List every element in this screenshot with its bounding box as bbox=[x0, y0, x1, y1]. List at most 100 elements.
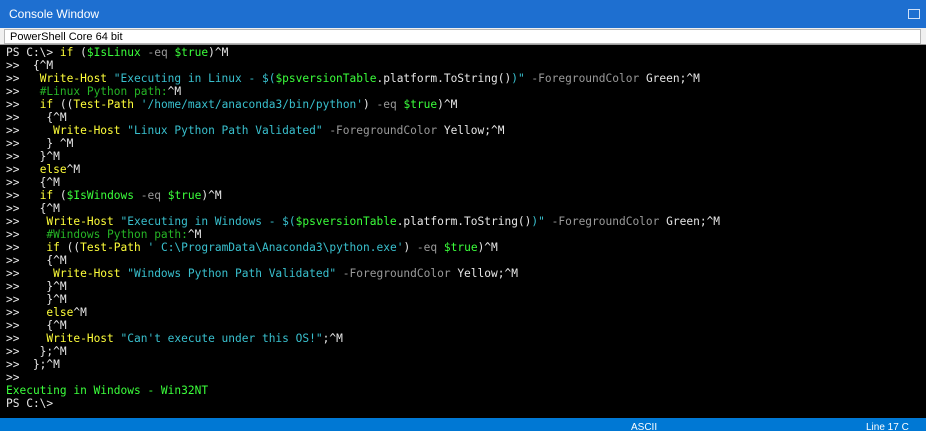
status-encoding: ASCII bbox=[631, 422, 658, 431]
console-line: >> #Linux Python path:^M bbox=[6, 85, 926, 98]
console-token: >> bbox=[6, 228, 47, 241]
console-token: "Executing in Linux - $( bbox=[113, 72, 276, 85]
console-line: >> } ^M bbox=[6, 137, 926, 150]
console-line: PS C:\> bbox=[6, 397, 926, 410]
console-token: >> }^M bbox=[6, 293, 67, 306]
console-line: >> else^M bbox=[6, 306, 926, 319]
console-token: #Windows Python path: bbox=[46, 228, 188, 241]
console-token: )^M bbox=[477, 241, 498, 254]
console-token: )" bbox=[511, 72, 525, 85]
console-token: Write-Host bbox=[53, 267, 128, 280]
window-restore-icon[interactable] bbox=[908, 9, 920, 19]
console-token: .platform.ToString() bbox=[396, 215, 532, 228]
console-token: $true bbox=[403, 98, 438, 111]
console-token: if bbox=[39, 98, 60, 111]
console-token: (( bbox=[59, 98, 74, 111]
console-line: >> {^M bbox=[6, 319, 926, 332]
console-token: $true bbox=[167, 189, 202, 202]
console-token: >> bbox=[6, 215, 47, 228]
console-token: -eq bbox=[416, 241, 444, 254]
console-token: ;^M bbox=[699, 215, 721, 228]
console-token: >> } ^M bbox=[6, 137, 74, 150]
console-token: >> {^M bbox=[6, 202, 60, 215]
console-line: >> {^M bbox=[6, 254, 926, 267]
console-line: >> {^M bbox=[6, 59, 926, 72]
console-line: >> {^M bbox=[6, 176, 926, 189]
console-token: >> bbox=[6, 267, 54, 280]
console-token: >> bbox=[6, 306, 47, 319]
console-token: Green bbox=[666, 215, 700, 228]
console-line: >> };^M bbox=[6, 358, 926, 371]
console-token: Green bbox=[645, 72, 680, 85]
console-token: else bbox=[39, 163, 67, 176]
console-token: >> }^M bbox=[6, 150, 60, 163]
console-line: >> {^M bbox=[6, 111, 926, 124]
console-token: ' C:\ProgramData\Anaconda3\python.exe' bbox=[147, 241, 404, 254]
console-token: $IsLinux bbox=[86, 46, 141, 59]
console-line: >> if ($IsWindows -eq $true)^M bbox=[6, 189, 926, 202]
console-token: ^M bbox=[66, 163, 81, 176]
console-token: )^M bbox=[201, 189, 222, 202]
console-token: -ForegroundColor bbox=[322, 124, 444, 137]
console-token: Test-Path bbox=[80, 241, 148, 254]
console-line: >> if ((Test-Path '/home/maxt/anaconda3/… bbox=[6, 98, 926, 111]
console-token: "Linux Python Path Validated" bbox=[127, 124, 323, 137]
console-output[interactable]: PS C:\> if ($IsLinux -eq $true)^M >> {^M >… bbox=[0, 46, 926, 418]
console-line: Executing in Windows - Win32NT bbox=[6, 384, 926, 397]
console-token: Test-Path bbox=[73, 98, 141, 111]
console-line: >> Write-Host "Windows Python Path Valid… bbox=[6, 267, 926, 280]
console-token: ;^M bbox=[679, 72, 700, 85]
console-token: Write-Host bbox=[46, 332, 121, 345]
console-token: >> bbox=[6, 371, 20, 384]
console-token: >> {^M bbox=[6, 254, 67, 267]
tab-label: PowerShell Core 64 bit bbox=[10, 31, 123, 43]
console-token: $psversionTable bbox=[275, 72, 377, 85]
console-token: >> bbox=[6, 163, 40, 176]
console-line: >> else^M bbox=[6, 163, 926, 176]
console-token: Write-Host bbox=[39, 72, 114, 85]
console-line: PS C:\> if ($IsLinux -eq $true)^M bbox=[6, 46, 926, 59]
console-line: >> bbox=[6, 371, 926, 384]
console-token: #Linux Python path: bbox=[39, 85, 168, 98]
console-token: -eq bbox=[134, 189, 168, 202]
console-token: >> {^M bbox=[6, 176, 60, 189]
console-token: >> bbox=[6, 72, 40, 85]
console-token: )^M bbox=[437, 98, 458, 111]
console-token: -eq bbox=[140, 46, 175, 59]
console-token: ( bbox=[59, 189, 67, 202]
console-token: >> {^M bbox=[6, 111, 67, 124]
console-token: ;^M bbox=[484, 124, 505, 137]
console-token: '/home/maxt/anaconda3/bin/python' bbox=[140, 98, 364, 111]
console-token: $psversionTable bbox=[295, 215, 397, 228]
console-token: -ForegroundColor bbox=[524, 72, 646, 85]
console-token: if bbox=[46, 241, 67, 254]
console-token: ( bbox=[80, 46, 87, 59]
console-token: Write-Host bbox=[53, 124, 128, 137]
console-token: .platform.ToString() bbox=[376, 72, 512, 85]
console-token: >> bbox=[6, 189, 40, 202]
console-token: )^M bbox=[208, 46, 229, 59]
console-token: ;^M bbox=[322, 332, 343, 345]
console-line: >> Write-Host "Executing in Windows - $(… bbox=[6, 215, 926, 228]
console-token: Write-Host bbox=[46, 215, 121, 228]
console-token: >> {^M bbox=[6, 319, 67, 332]
tab-bar: PowerShell Core 64 bit bbox=[0, 28, 926, 45]
console-token: $true bbox=[174, 46, 209, 59]
console-token: ^M bbox=[73, 306, 87, 319]
console-line: >> Write-Host "Linux Python Path Validat… bbox=[6, 124, 926, 137]
console-token: $true bbox=[443, 241, 478, 254]
console-token: )" bbox=[531, 215, 545, 228]
console-token: Executing in Windows - Win32NT bbox=[6, 384, 209, 397]
console-token: >> bbox=[6, 98, 40, 111]
console-token: -ForegroundColor bbox=[544, 215, 667, 228]
status-bar: ASCII Line 17 C bbox=[0, 418, 926, 431]
console-token: ) bbox=[363, 98, 377, 111]
console-token: $IsWindows bbox=[66, 189, 135, 202]
tab-powershell-core[interactable]: PowerShell Core 64 bit bbox=[4, 29, 921, 44]
console-token: ;^M bbox=[497, 267, 518, 280]
console-line: >> Write-Host "Can't execute under this … bbox=[6, 332, 926, 345]
console-token: >> {^M bbox=[6, 59, 54, 72]
console-token: >> bbox=[6, 124, 54, 137]
console-token: Yellow bbox=[457, 267, 498, 280]
console-line: >> }^M bbox=[6, 293, 926, 306]
